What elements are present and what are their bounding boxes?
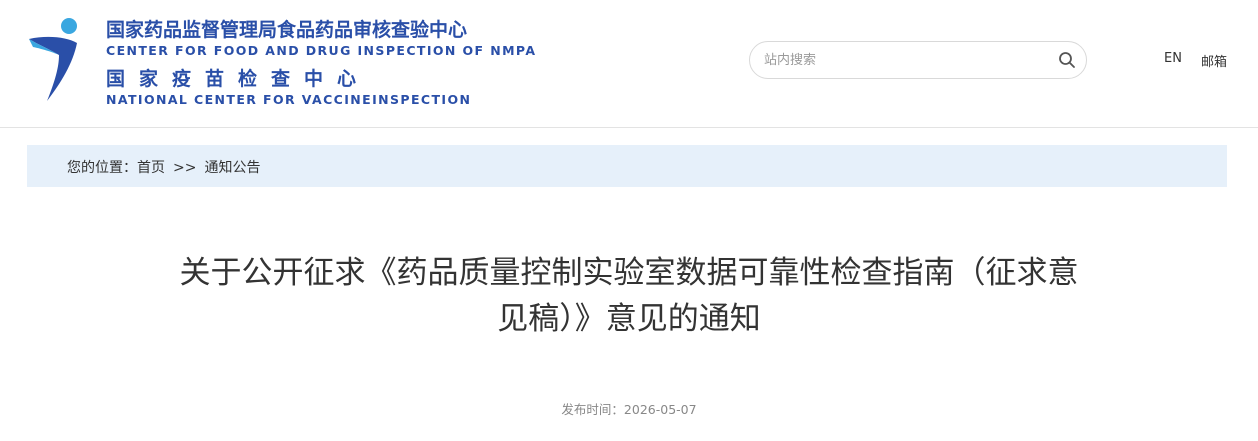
publish-info: 发布时间：2026-05-07 bbox=[0, 399, 1258, 418]
search-input[interactable] bbox=[764, 50, 1044, 70]
breadcrumb: 您的位置：首页 >> 通知公告 bbox=[27, 145, 1227, 187]
english-link[interactable]: EN bbox=[1164, 51, 1182, 66]
site-header: 国家药品监督管理局食品药品审核查验中心 CENTER FOR FOOD AND … bbox=[0, 0, 1258, 128]
mail-link[interactable]: 邮箱 bbox=[1201, 51, 1227, 70]
article-title: 关于公开征求《药品质量控制实验室数据可靠性检查指南（征求意 见稿）》意见的通知 bbox=[90, 250, 1168, 342]
breadcrumb-home-link[interactable]: 首页 bbox=[137, 160, 165, 176]
publish-label: 发布时间： bbox=[561, 402, 624, 417]
org-name-en: CENTER FOR FOOD AND DRUG INSPECTION OF N… bbox=[106, 43, 537, 58]
org-name-cn: 国家药品监督管理局食品药品审核查验中心 bbox=[106, 19, 468, 41]
breadcrumb-separator: >> bbox=[173, 160, 197, 176]
organization-name[interactable]: 国家药品监督管理局食品药品审核查验中心 CENTER FOR FOOD AND … bbox=[106, 18, 536, 108]
publish-date: 2026-05-07 bbox=[623, 402, 697, 417]
article-title-line2: 见稿）》意见的通知 bbox=[497, 301, 761, 337]
site-search bbox=[749, 41, 1087, 79]
article-title-line1: 关于公开征求《药品质量控制实验室数据可靠性检查指南（征求意 bbox=[179, 255, 1079, 291]
vaccine-center-cn: 国家疫苗检查中心 bbox=[106, 68, 371, 90]
logo-mark-icon[interactable] bbox=[27, 17, 83, 103]
vaccine-center-en: NATIONAL CENTER FOR VACCINEINSPECTION bbox=[106, 92, 472, 107]
search-icon[interactable] bbox=[1058, 51, 1076, 69]
breadcrumb-prefix: 您的位置： bbox=[67, 160, 137, 176]
breadcrumb-trail: 您的位置：首页 >> 通知公告 bbox=[67, 157, 260, 177]
breadcrumb-current-link[interactable]: 通知公告 bbox=[204, 160, 260, 176]
